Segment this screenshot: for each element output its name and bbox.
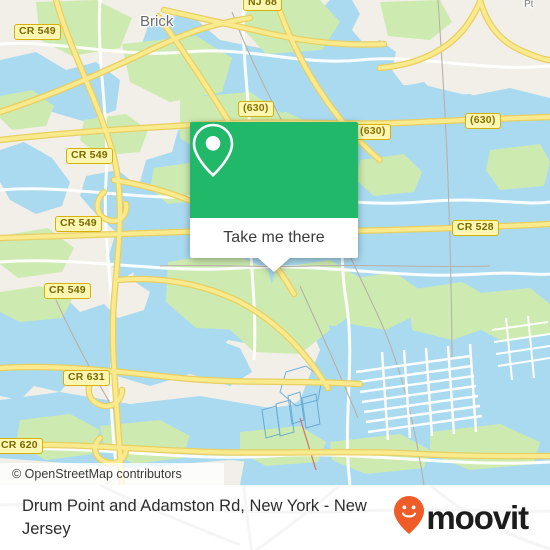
moovit-wordmark: moovit bbox=[426, 499, 529, 536]
moovit-smiley-pin-icon bbox=[394, 496, 425, 539]
attribution-text: © OpenStreetMap contributors bbox=[12, 467, 182, 481]
place-label-pt: Pt bbox=[524, 0, 534, 10]
map-canvas[interactable]: Brick Pt CR 549 NJ 88 (630) (630) (630) … bbox=[0, 0, 550, 485]
road-shield-cr549-4: CR 549 bbox=[44, 283, 91, 299]
road-shield-630-2: (630) bbox=[355, 124, 391, 140]
road-shield-cr549-3: CR 549 bbox=[55, 216, 102, 232]
popup-header bbox=[190, 122, 358, 218]
road-shield-cr528: CR 528 bbox=[452, 220, 499, 236]
page-footer: Drum Point and Adamston Rd, New York - N… bbox=[0, 485, 550, 550]
road-shield-630-1: (630) bbox=[238, 101, 274, 117]
take-me-there-button[interactable]: Take me there bbox=[223, 229, 324, 247]
popup-tail-pointer bbox=[258, 258, 290, 272]
location-popup[interactable]: Take me there bbox=[190, 122, 358, 272]
road-shield-630-3: (630) bbox=[465, 113, 501, 129]
moovit-brand-logo[interactable]: moovit bbox=[394, 496, 529, 539]
road-shield-cr631: CR 631 bbox=[63, 370, 110, 386]
place-label-brick: Brick bbox=[140, 13, 174, 30]
popup-footer[interactable]: Take me there bbox=[190, 218, 358, 272]
map-attribution: © OpenStreetMap contributors bbox=[0, 463, 224, 485]
road-shield-cr620: CR 620 bbox=[0, 438, 43, 454]
road-shield-cr549-1: CR 549 bbox=[14, 24, 61, 40]
moovit-map-page: Brick Pt CR 549 NJ 88 (630) (630) (630) … bbox=[0, 0, 550, 550]
page-title: Drum Point and Adamston Rd, New York - N… bbox=[22, 496, 367, 538]
road-shield-nj88: NJ 88 bbox=[243, 0, 283, 11]
road-shield-cr549-2: CR 549 bbox=[66, 148, 113, 164]
